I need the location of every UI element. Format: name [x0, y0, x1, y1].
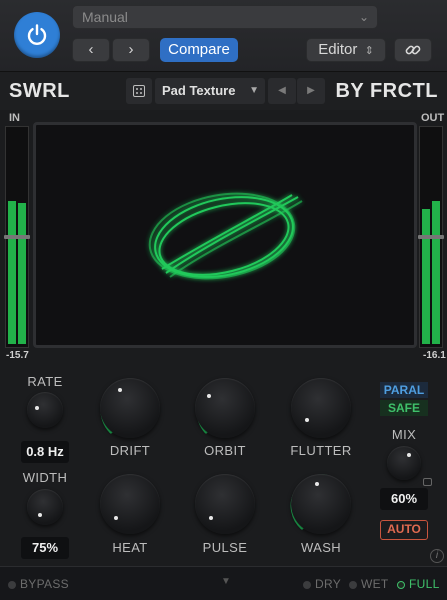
rate-knob-indicator — [35, 406, 39, 410]
prev-preset-button[interactable]: ◀ — [268, 78, 296, 104]
info-icon[interactable]: i — [430, 549, 444, 563]
bypass-toggle[interactable]: BYPASS — [8, 577, 69, 591]
rate-value[interactable]: 0.8 Hz — [21, 441, 69, 463]
flutter-label: FLUTTER — [290, 443, 352, 458]
host-preset-select[interactable]: Manual ⌄ — [72, 5, 378, 29]
wet-dot-icon — [349, 581, 357, 589]
in-meter-label: IN — [9, 112, 20, 124]
mix-label: MIX — [391, 427, 417, 442]
heat-knob-indicator — [114, 516, 118, 520]
wash-knob[interactable] — [291, 474, 351, 534]
bypass-label: BYPASS — [20, 577, 69, 591]
output-gain-handle[interactable] — [418, 235, 444, 239]
updown-chevron-icon: ⇕ — [364, 45, 374, 57]
input-meter-right-bar — [18, 203, 26, 344]
width-label: WIDTH — [22, 470, 68, 485]
pulse-knob[interactable] — [195, 474, 255, 534]
chevron-down-icon: ⌄ — [358, 10, 369, 24]
link-icon — [405, 45, 421, 55]
drift-label: DRIFT — [109, 443, 151, 458]
power-icon — [27, 24, 47, 46]
auto-button[interactable]: AUTO — [380, 520, 428, 540]
orbit-knob-indicator — [207, 394, 211, 398]
expand-caret-icon[interactable]: ▼ — [221, 576, 231, 587]
mix-knob-indicator — [407, 453, 411, 457]
input-gain-handle[interactable] — [4, 235, 30, 239]
editor-menu-button[interactable]: Editor ⇕ — [306, 38, 386, 62]
pulse-knob-indicator — [209, 516, 213, 520]
flutter-knob-indicator — [305, 418, 309, 422]
next-preset-button[interactable]: ▶ — [297, 78, 325, 104]
dropdown-triangle-icon: ▼ — [249, 85, 259, 96]
plugin-preset-select[interactable]: Pad Texture ▼ — [155, 78, 265, 104]
dry-option[interactable]: DRY — [303, 577, 341, 591]
flutter-knob[interactable] — [291, 378, 351, 438]
dice-icon — [133, 85, 145, 97]
host-header: Manual ⌄ ‹ › Compare Editor ⇕ — [0, 0, 447, 72]
heat-knob[interactable] — [100, 474, 160, 534]
pulse-label: PULSE — [202, 540, 248, 555]
mix-value[interactable]: 60% — [380, 488, 428, 510]
bypass-dot-icon — [8, 581, 16, 589]
lock-icon[interactable] — [423, 478, 432, 486]
next-icon: ▶ — [307, 85, 315, 96]
safe-mode-button[interactable]: SAFE — [380, 400, 428, 416]
input-meter[interactable] — [4, 126, 30, 348]
compare-button[interactable]: Compare — [160, 38, 238, 62]
width-knob[interactable] — [27, 489, 63, 525]
width-value[interactable]: 75% — [21, 537, 69, 559]
link-button[interactable] — [394, 38, 432, 62]
vendor-logo: BY FRCTL — [335, 80, 438, 102]
wet-label: WET — [361, 577, 389, 591]
full-label: FULL — [409, 577, 440, 591]
randomize-button[interactable] — [126, 78, 152, 104]
prev-icon: ◀ — [278, 85, 286, 96]
wash-knob-indicator — [315, 482, 319, 486]
orbit-label: ORBIT — [204, 443, 246, 458]
full-option[interactable]: FULL — [397, 577, 440, 591]
orbit-knob[interactable] — [195, 378, 255, 438]
power-button[interactable] — [14, 12, 60, 58]
swirl-visualization — [148, 192, 303, 280]
chevron-right-icon: › — [128, 41, 134, 58]
wet-option[interactable]: WET — [349, 577, 389, 591]
plugin-bar: SWRL Pad Texture ▼ ◀ ▶ BY FRCTL — [0, 72, 447, 110]
back-button[interactable]: ‹ — [72, 38, 110, 62]
mix-knob[interactable] — [387, 446, 421, 480]
plugin-logo: SWRL — [9, 80, 70, 102]
host-preset-value: Manual — [82, 9, 128, 25]
visualizer-display — [33, 122, 417, 348]
drift-knob[interactable] — [100, 378, 160, 438]
editor-label: Editor — [318, 41, 358, 58]
out-meter-label: OUT — [421, 112, 445, 124]
input-peak-value: -15.7 — [6, 350, 29, 361]
dry-dot-icon — [303, 581, 311, 589]
heat-label: HEAT — [112, 540, 148, 555]
full-dot-icon — [397, 581, 405, 589]
width-knob-indicator — [38, 513, 42, 517]
input-meter-left-bar — [8, 201, 16, 344]
output-peak-value: -16.1 — [423, 350, 446, 361]
rate-knob[interactable] — [27, 392, 63, 428]
plugin-preset-name: Pad Texture — [162, 83, 236, 98]
forward-button[interactable]: › — [112, 38, 150, 62]
dry-label: DRY — [315, 577, 342, 591]
output-meter[interactable] — [418, 126, 444, 348]
rate-label: RATE — [27, 374, 63, 389]
output-meter-left-bar — [422, 209, 430, 344]
footer-bar: BYPASS ▼ DRY WET FULL — [0, 566, 447, 600]
paral-mode-button[interactable]: PARAL — [380, 382, 428, 398]
wash-label: WASH — [300, 540, 342, 555]
chevron-left-icon: ‹ — [88, 41, 94, 58]
output-meter-right-bar — [432, 201, 440, 344]
drift-knob-indicator — [118, 388, 122, 392]
